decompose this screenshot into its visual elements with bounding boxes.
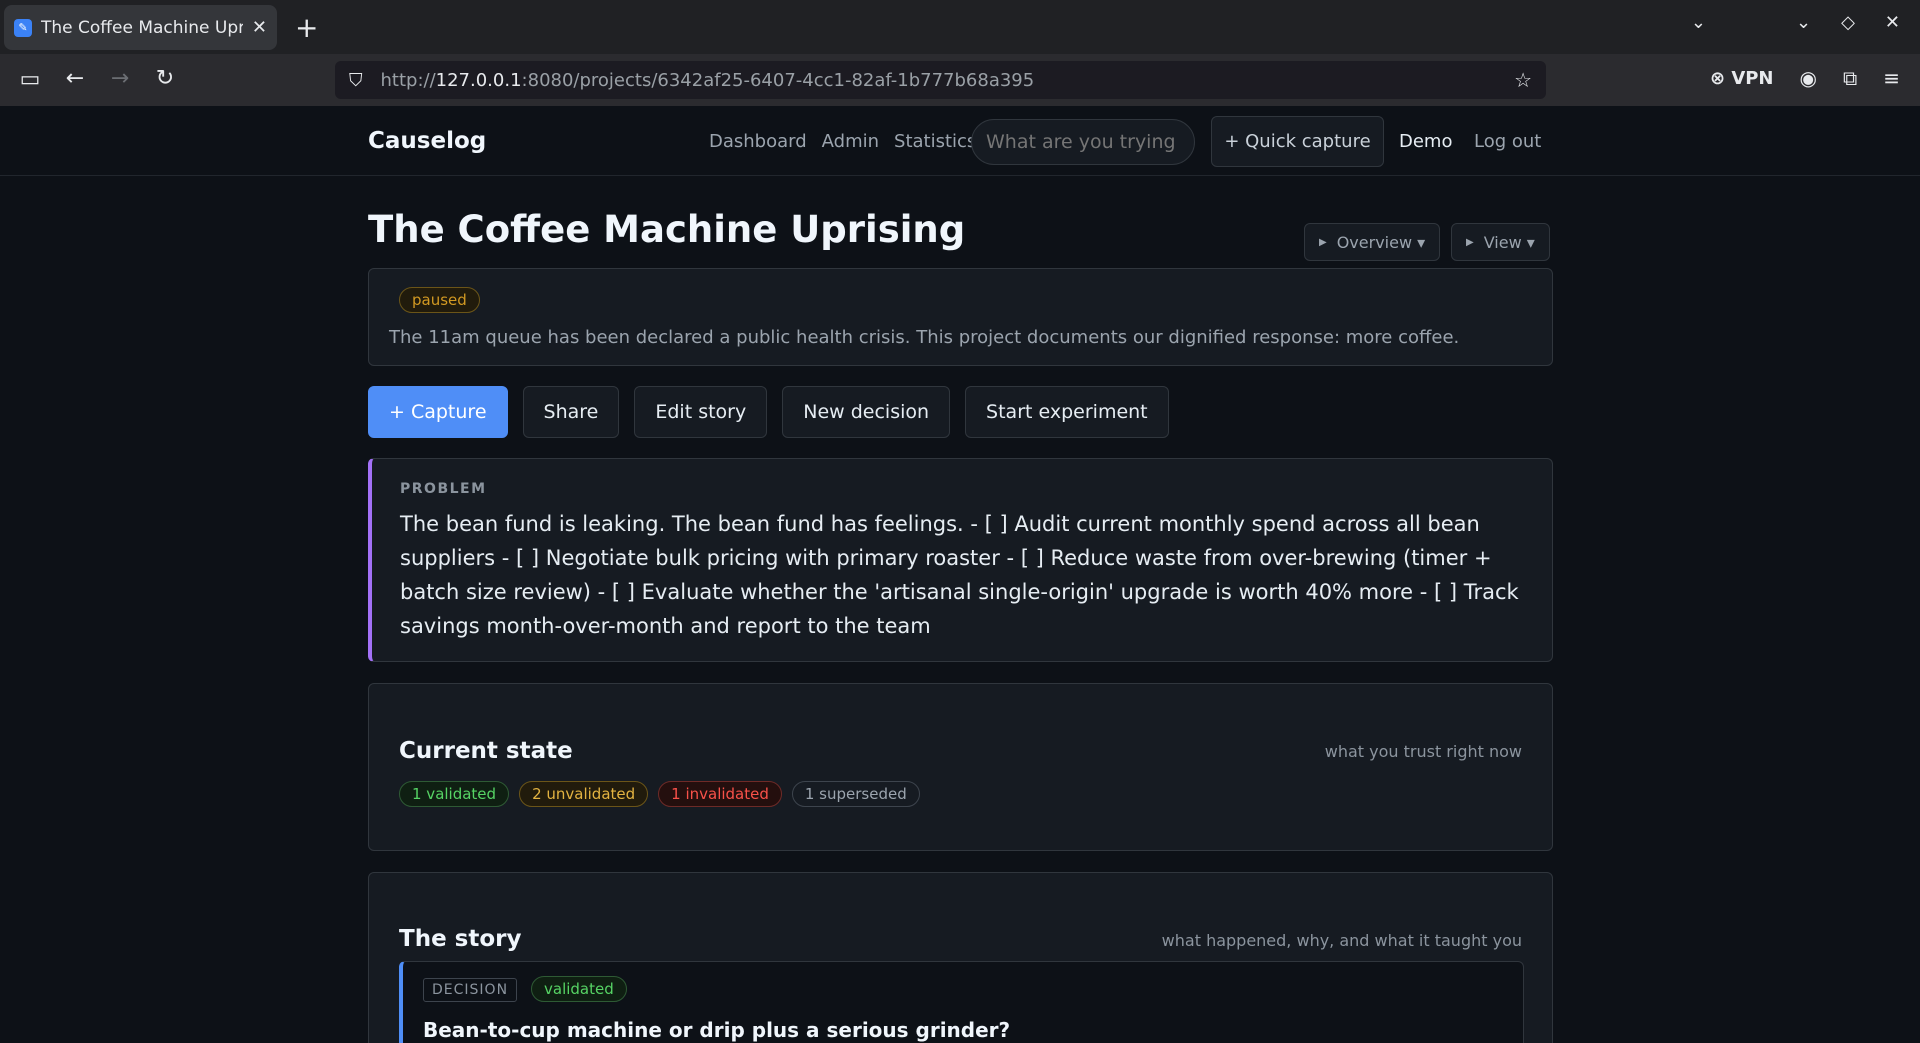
- overview-label: Overview ▾: [1336, 232, 1426, 252]
- user-name[interactable]: Demo: [1399, 131, 1452, 152]
- toolbar-right: ⊗ VPN ◉ ⧉ ≡: [1710, 66, 1900, 90]
- menu-icon[interactable]: ≡: [1883, 66, 1900, 90]
- story-hint: what happened, why, and what it taught y…: [1161, 931, 1522, 950]
- sidebar-icon[interactable]: ▭: [18, 67, 42, 92]
- reload-icon[interactable]: ↻: [153, 66, 177, 91]
- nav-links: Dashboard Admin Statistics: [709, 131, 976, 152]
- brand-logo[interactable]: Causelog: [368, 128, 486, 154]
- share-button[interactable]: Share: [522, 386, 620, 438]
- account-icon[interactable]: ◉: [1800, 66, 1817, 90]
- current-state-title: Current state: [399, 738, 573, 764]
- caret-right-icon: ▶: [1466, 236, 1474, 248]
- edit-story-button[interactable]: Edit story: [634, 386, 768, 438]
- nav-statistics[interactable]: Statistics: [894, 131, 976, 152]
- close-icon[interactable]: ✕: [252, 17, 267, 38]
- back-icon[interactable]: ←: [63, 66, 87, 91]
- story-card: The story what happened, why, and what i…: [368, 872, 1553, 1043]
- nav-admin[interactable]: Admin: [822, 131, 879, 152]
- start-experiment-button[interactable]: Start experiment: [965, 386, 1169, 438]
- view-menu-button[interactable]: ▶ View ▾: [1451, 223, 1550, 261]
- current-state-hint: what you trust right now: [1324, 742, 1522, 761]
- minimize-icon[interactable]: ⌄: [1796, 12, 1811, 33]
- new-tab-icon[interactable]: +: [295, 8, 318, 48]
- action-bar: + Capture Share Edit story New decision …: [368, 386, 1169, 438]
- search-input[interactable]: [971, 119, 1195, 165]
- shield-icon: ⛉: [349, 69, 363, 91]
- story-item-status: validated: [531, 976, 627, 1002]
- tab-title: The Coffee Machine Uprisi: [41, 17, 243, 38]
- project-summary: paused The 11am queue has been declared …: [368, 268, 1553, 366]
- new-decision-button[interactable]: New decision: [782, 386, 951, 438]
- story-item-type: DECISION: [423, 978, 518, 1002]
- bookmark-star-icon[interactable]: ☆: [1514, 68, 1532, 92]
- problem-card: PROBLEM The bean fund is leaking. The be…: [368, 458, 1553, 662]
- close-window-icon[interactable]: ✕: [1885, 12, 1900, 33]
- unvalidated-badge[interactable]: 2 unvalidated: [519, 781, 649, 807]
- browser-tab[interactable]: ✎ The Coffee Machine Uprisi ✕: [4, 5, 277, 50]
- quick-capture-button[interactable]: + Quick capture: [1211, 116, 1384, 167]
- url-text: http://127.0.0.1:8080/projects/6342af25-…: [380, 69, 1035, 91]
- browser-tab-bar: ✎ The Coffee Machine Uprisi ✕ + ⌄ ⌄ ◇ ✕: [0, 0, 1920, 54]
- superseded-badge[interactable]: 1 superseded: [791, 781, 920, 807]
- state-badges: 1 validated 2 unvalidated 1 invalidated …: [399, 781, 920, 807]
- status-badge: paused: [399, 287, 480, 313]
- logout-link[interactable]: Log out: [1474, 131, 1541, 152]
- app-header: Causelog Dashboard Admin Statistics + Qu…: [0, 106, 1920, 176]
- problem-text: The bean fund is leaking. The bean fund …: [400, 512, 1519, 638]
- nav-dashboard[interactable]: Dashboard: [709, 131, 807, 152]
- story-title: The story: [399, 926, 522, 952]
- caret-right-icon: ▶: [1319, 236, 1327, 248]
- overview-menu-button[interactable]: ▶ Overview ▾: [1304, 223, 1441, 261]
- problem-label: PROBLEM: [400, 481, 487, 497]
- address-bar[interactable]: ⛉ http://127.0.0.1:8080/projects/6342af2…: [335, 61, 1546, 99]
- validated-badge[interactable]: 1 validated: [399, 781, 510, 807]
- story-item[interactable]: DECISION validated Bean-to-cup machine o…: [399, 961, 1524, 1043]
- page-title: The Coffee Machine Uprising: [368, 208, 966, 251]
- window-controls: ⌄ ⌄ ◇ ✕: [1691, 12, 1900, 33]
- current-state-card: Current state what you trust right now 1…: [368, 683, 1553, 851]
- story-item-title[interactable]: Bean-to-cup machine or drip plus a serio…: [423, 1018, 1010, 1042]
- extensions-icon[interactable]: ⧉: [1843, 66, 1857, 90]
- summary-text: The 11am queue has been declared a publi…: [389, 327, 1460, 348]
- vpn-button[interactable]: ⊗ VPN: [1710, 68, 1774, 89]
- forward-icon[interactable]: →: [108, 66, 132, 91]
- restore-icon[interactable]: ◇: [1841, 12, 1855, 33]
- tab-list-icon[interactable]: ⌄: [1691, 12, 1706, 33]
- favicon-icon: ✎: [14, 18, 32, 37]
- view-label: View ▾: [1483, 232, 1535, 252]
- invalidated-badge[interactable]: 1 invalidated: [658, 781, 782, 807]
- capture-button[interactable]: + Capture: [368, 386, 508, 438]
- browser-toolbar: ▭ ← → ↻ ⛉ http://127.0.0.1:8080/projects…: [0, 54, 1920, 106]
